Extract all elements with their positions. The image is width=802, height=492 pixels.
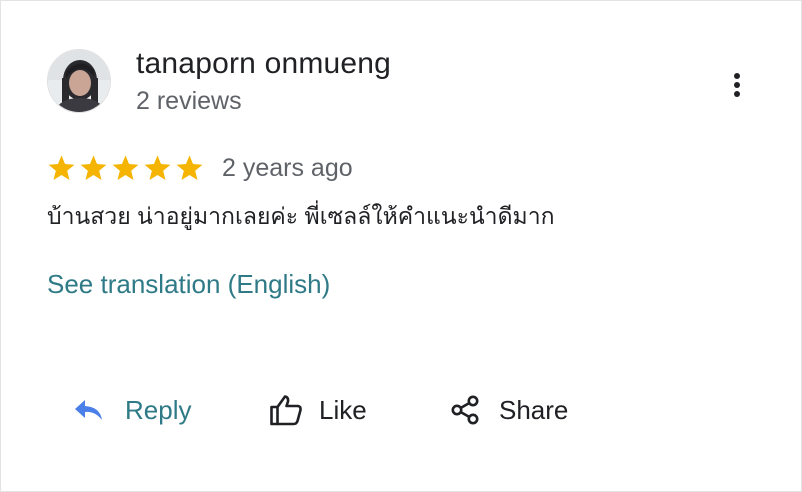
reply-button[interactable]: Reply	[73, 389, 191, 431]
avatar-image	[48, 50, 110, 112]
like-label: Like	[319, 394, 367, 425]
reply-label: Reply	[125, 394, 192, 425]
star-icon	[143, 154, 172, 182]
see-translation-link[interactable]: See translation (English)	[47, 269, 330, 300]
rating-row: 2 years ago	[47, 151, 353, 185]
avatar[interactable]	[47, 49, 111, 113]
review-text: บ้านสวย น่าอยู่มากเลยค่ะ พี่เซลล์ให้คำแน…	[47, 203, 555, 229]
share-icon	[451, 395, 479, 425]
author-name[interactable]: tanaporn onmueng	[136, 47, 391, 81]
review-actions: Reply Like Share	[1, 389, 801, 431]
star-icon	[111, 154, 140, 182]
more-vert-icon	[734, 73, 740, 97]
share-button[interactable]: Share	[449, 389, 568, 431]
like-button[interactable]: Like	[269, 389, 367, 431]
star-icon	[47, 154, 76, 182]
review-card: tanaporn onmueng 2 reviews 2 years ago บ…	[0, 0, 802, 492]
star-rating	[47, 154, 204, 182]
star-icon	[79, 154, 108, 182]
more-options-button[interactable]	[717, 65, 757, 105]
thumb-up-icon	[270, 395, 302, 426]
review-date: 2 years ago	[222, 153, 353, 182]
share-label: Share	[499, 394, 569, 425]
reply-icon	[75, 400, 102, 420]
author-review-count: 2 reviews	[136, 87, 242, 115]
star-icon	[175, 154, 204, 182]
